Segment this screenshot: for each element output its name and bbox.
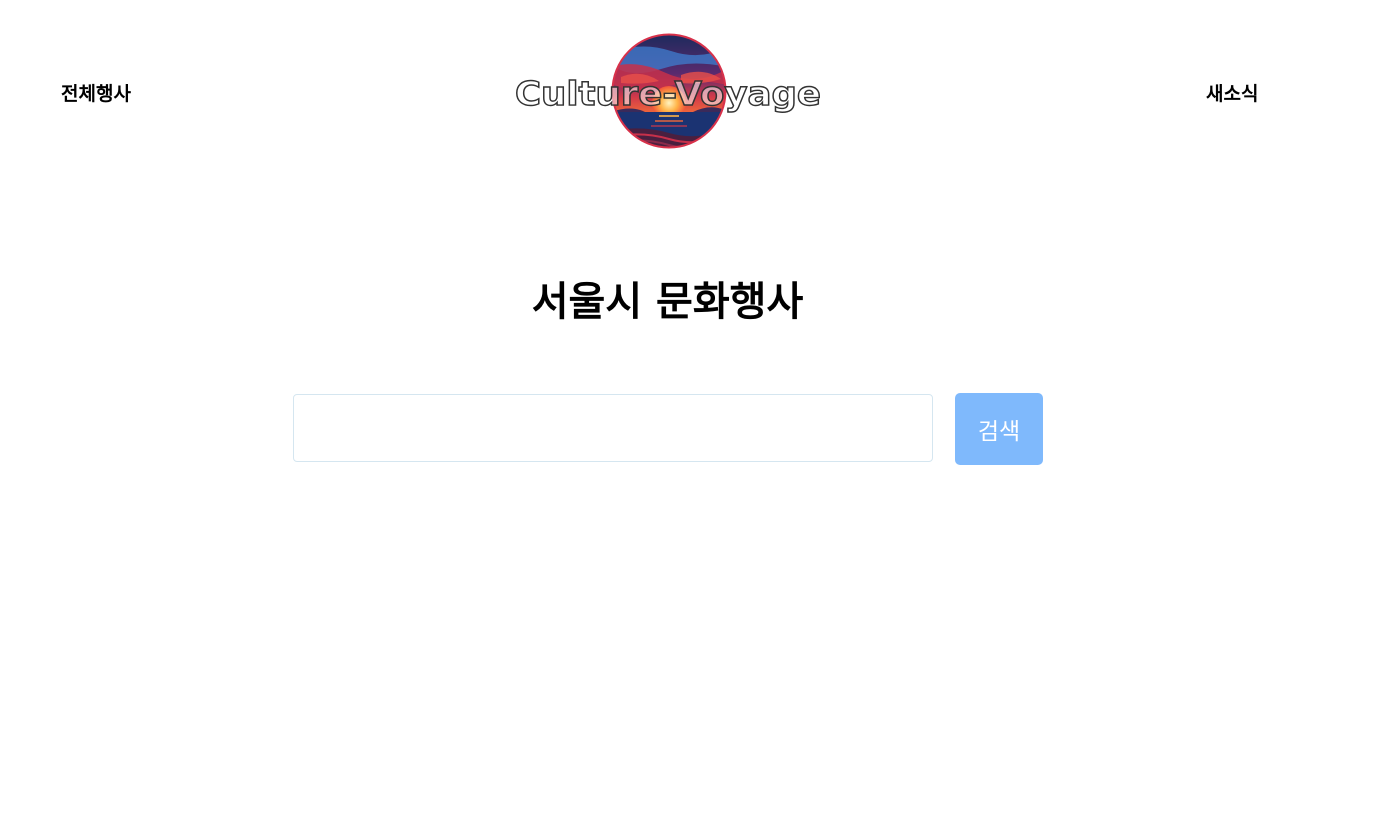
search-input[interactable] [293, 394, 933, 462]
page-title: 서울시 문화행사 [531, 279, 804, 325]
search-button[interactable]: 검색 [955, 393, 1043, 465]
logo-wordmark: Culture-Voyage [514, 74, 821, 114]
nav-all-events-link[interactable]: 전체행사 [61, 80, 131, 108]
logo-text: Culture-Voyage [515, 74, 821, 113]
nav-news-link[interactable]: 새소식 [1206, 80, 1258, 108]
site-logo[interactable]: Culture-Voyage [512, 32, 824, 150]
